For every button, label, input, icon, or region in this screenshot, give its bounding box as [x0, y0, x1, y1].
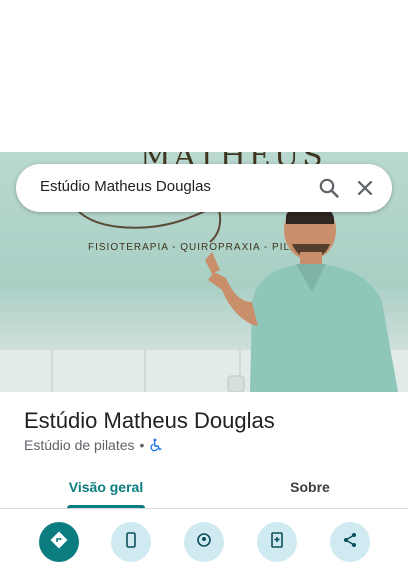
place-title: Estúdio Matheus Douglas	[24, 408, 275, 433]
search-input[interactable]: Estúdio Matheus Douglas	[40, 178, 211, 195]
tab-bar: Visão geral Sobre	[0, 468, 408, 508]
search-icon[interactable]	[317, 176, 341, 200]
wheelchair-accessible-icon	[149, 438, 163, 452]
phone-icon	[126, 532, 136, 548]
separator-dot: •	[139, 437, 145, 453]
place-subtitle: Estúdio de pilates •	[24, 437, 163, 453]
search-bar[interactable]: Estúdio Matheus Douglas	[16, 164, 392, 212]
directions-icon	[50, 531, 68, 549]
share-icon	[344, 533, 356, 547]
save-button[interactable]	[257, 522, 297, 562]
place-category[interactable]: Estúdio de pilates	[24, 437, 135, 453]
nearby-button[interactable]	[184, 522, 224, 562]
directions-button[interactable]	[39, 522, 79, 562]
photo-sign-tagline: FISIOTERAPIA - QUIROPRAXIA - PILATES	[88, 242, 319, 253]
save-icon	[271, 532, 283, 548]
tabs-divider	[0, 508, 408, 509]
location-icon	[197, 533, 211, 547]
map-area	[0, 0, 408, 152]
tab-overview[interactable]: Visão geral	[0, 468, 212, 506]
close-icon[interactable]	[353, 176, 377, 200]
share-button[interactable]	[330, 522, 370, 562]
tab-about[interactable]: Sobre	[212, 468, 408, 506]
call-button[interactable]	[111, 522, 151, 562]
